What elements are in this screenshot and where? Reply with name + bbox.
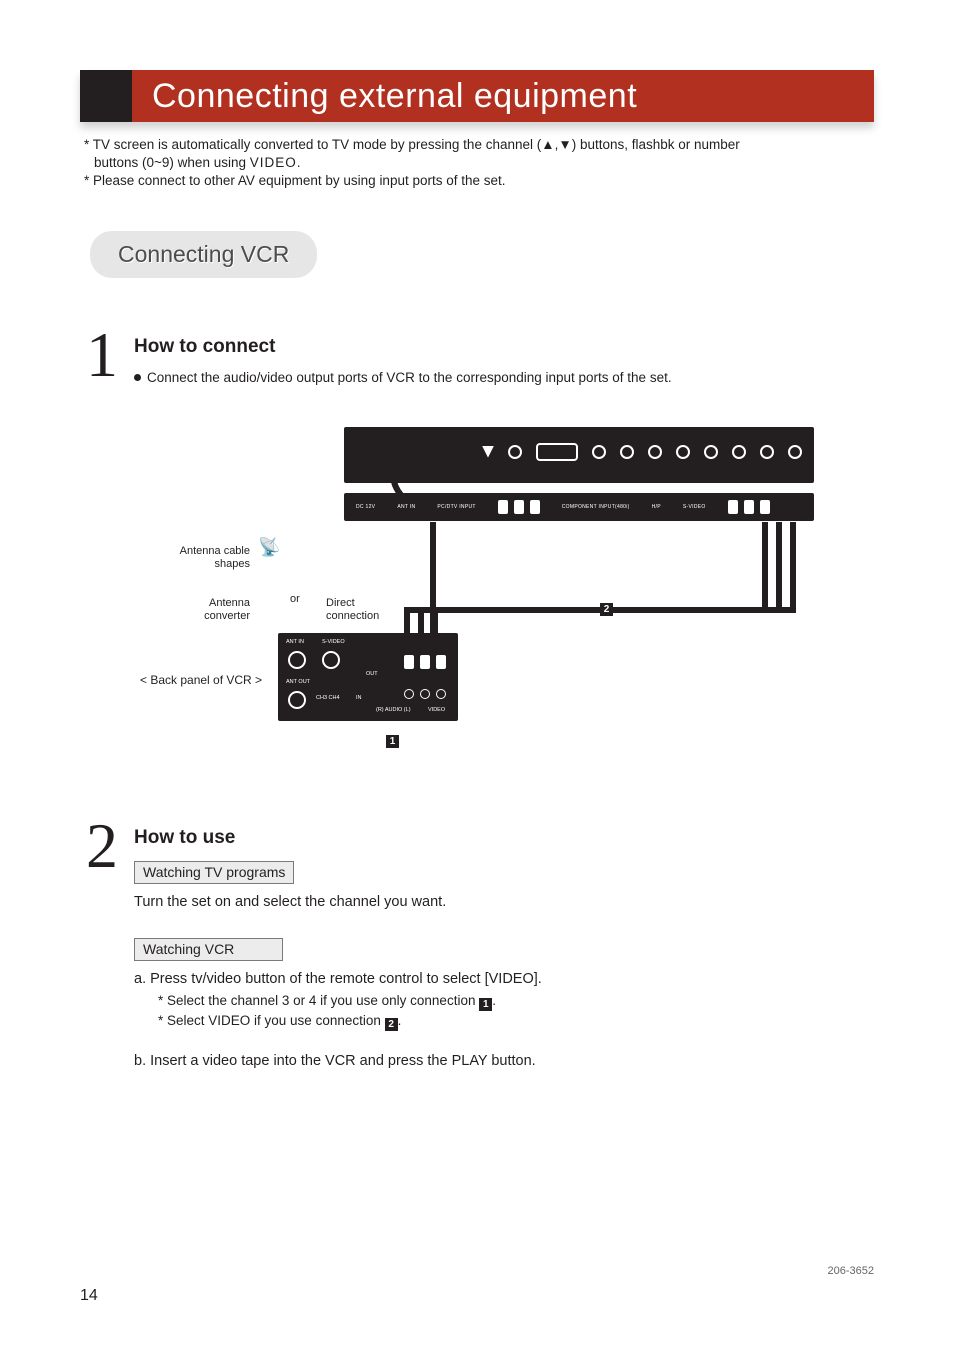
- port-circle: [620, 445, 634, 459]
- vcr-svideo: S-VIDEO: [322, 639, 345, 645]
- vcr-ch: CH3 CH4: [316, 695, 340, 701]
- sub2-note1-b: .: [492, 993, 496, 1008]
- port-circle: [508, 445, 522, 459]
- port-circle: [788, 445, 802, 459]
- step-2-number: 2: [86, 817, 134, 875]
- step-2: 2 How to use Watching TV programs Turn t…: [86, 817, 874, 1098]
- vcr-rca-out: [404, 655, 446, 669]
- step-1: 1 How to connect Connect the audio/video…: [86, 326, 874, 415]
- component-rca: [498, 500, 540, 514]
- footer-code: 206-3652: [828, 1265, 875, 1277]
- inline-marker-2: 2: [385, 1018, 398, 1031]
- note1b-video: VIDEO.: [250, 155, 302, 170]
- note1-arrows: ▲,▼: [541, 137, 571, 152]
- title-bar: Connecting external equipment: [80, 70, 874, 122]
- av-rca: [728, 500, 770, 514]
- port-circle: [732, 445, 746, 459]
- sub2-note2-b: .: [398, 1013, 402, 1028]
- converter-label: Antenna converter: [178, 597, 250, 623]
- port-circle: [704, 445, 718, 459]
- label-ant: ANT IN: [397, 504, 415, 510]
- vcr-audio: (R) AUDIO (L): [376, 707, 411, 713]
- power-icon: [482, 446, 494, 458]
- sub2-note2-a: * Select VIDEO if you use connection: [158, 1013, 385, 1028]
- sub-heading-tv: Watching TV programs: [134, 861, 294, 884]
- diagram-marker-1: 1: [386, 735, 399, 748]
- vcr-ant-in: ANT IN: [286, 639, 304, 645]
- vcr-port: [288, 691, 306, 709]
- antenna-cable-label: Antenna cable shapes: [160, 545, 250, 571]
- sub1-text: Turn the set on and select the channel y…: [134, 892, 874, 912]
- port-circle: [592, 445, 606, 459]
- direct-label: Direct connection: [326, 597, 379, 623]
- page-number: 14: [80, 1287, 98, 1305]
- diagram-marker-2: 2: [600, 603, 613, 616]
- bullet-icon: [134, 374, 141, 381]
- curve-arrow-icon: [384, 447, 418, 497]
- port-circle: [760, 445, 774, 459]
- title-square: [80, 70, 132, 122]
- cable-av-v2: [776, 522, 782, 612]
- note1-prefix: * TV screen is automatically converted t…: [84, 137, 541, 152]
- step-2-heading: How to use: [134, 827, 874, 849]
- sub-heading-vcr: Watching VCR: [134, 938, 283, 961]
- vcr-video: VIDEO: [428, 707, 445, 713]
- vga-port: [536, 443, 578, 461]
- connection-diagram: DC 12V ANT IN PC/DTV INPUT COMPONENT INP…: [140, 427, 814, 757]
- port-circle: [676, 445, 690, 459]
- tv-top-ports: [482, 443, 802, 461]
- inline-marker-1: 1: [479, 998, 492, 1011]
- vcr-port: [288, 651, 306, 669]
- sub2-note2: * Select VIDEO if you use connection 2.: [158, 1013, 874, 1031]
- label-comp: COMPONENT INPUT(480i): [562, 504, 630, 510]
- vcr-port: [322, 651, 340, 669]
- sub2-note1: * Select the channel 3 or 4 if you use o…: [158, 993, 874, 1011]
- label-pc: PC/DTV INPUT: [437, 504, 475, 510]
- label-dc: DC 12V: [356, 504, 375, 510]
- vcr-panel-label: < Back panel of VCR >: [140, 673, 262, 687]
- vcr-out: OUT: [366, 671, 378, 677]
- label-hp: H/P: [652, 504, 661, 510]
- note2: * Please connect to other AV equipment b…: [84, 172, 874, 190]
- vcr-back-panel: ANT IN S-VIDEO ANT OUT OUT IN CH3 CH4 (R…: [278, 633, 458, 721]
- sub2-a: a. Press tv/video button of the remote c…: [134, 969, 874, 989]
- or-label: or: [290, 593, 300, 605]
- note1-suffix: ) buttons, flashbk or number: [572, 137, 740, 152]
- step-1-heading: How to connect: [134, 336, 874, 358]
- antenna-icon: 📡: [258, 537, 280, 558]
- intro-notes: * TV screen is automatically converted t…: [84, 136, 874, 191]
- section-heading: Connecting VCR: [90, 231, 317, 278]
- page-title: Connecting external equipment: [152, 77, 637, 116]
- tv-rear-panel-labels: DC 12V ANT IN PC/DTV INPUT COMPONENT INP…: [344, 493, 814, 521]
- cable-av-v1: [762, 522, 768, 612]
- step-1-bullet: Connect the audio/video output ports of …: [134, 370, 874, 385]
- vcr-ant-out: ANT OUT: [286, 679, 310, 685]
- cable-av-v3: [790, 522, 796, 612]
- step-1-number: 1: [86, 326, 134, 384]
- note1b: buttons (0~9) when using: [94, 155, 250, 170]
- vcr-in: IN: [356, 695, 362, 701]
- label-svideo: S-VIDEO: [683, 504, 706, 510]
- step-1-bullet-text: Connect the audio/video output ports of …: [147, 370, 672, 385]
- port-circle: [648, 445, 662, 459]
- sub2-note1-a: * Select the channel 3 or 4 if you use o…: [158, 993, 479, 1008]
- vcr-rca-in: [404, 689, 446, 699]
- sub2-b: b. Insert a video tape into the VCR and …: [134, 1051, 874, 1071]
